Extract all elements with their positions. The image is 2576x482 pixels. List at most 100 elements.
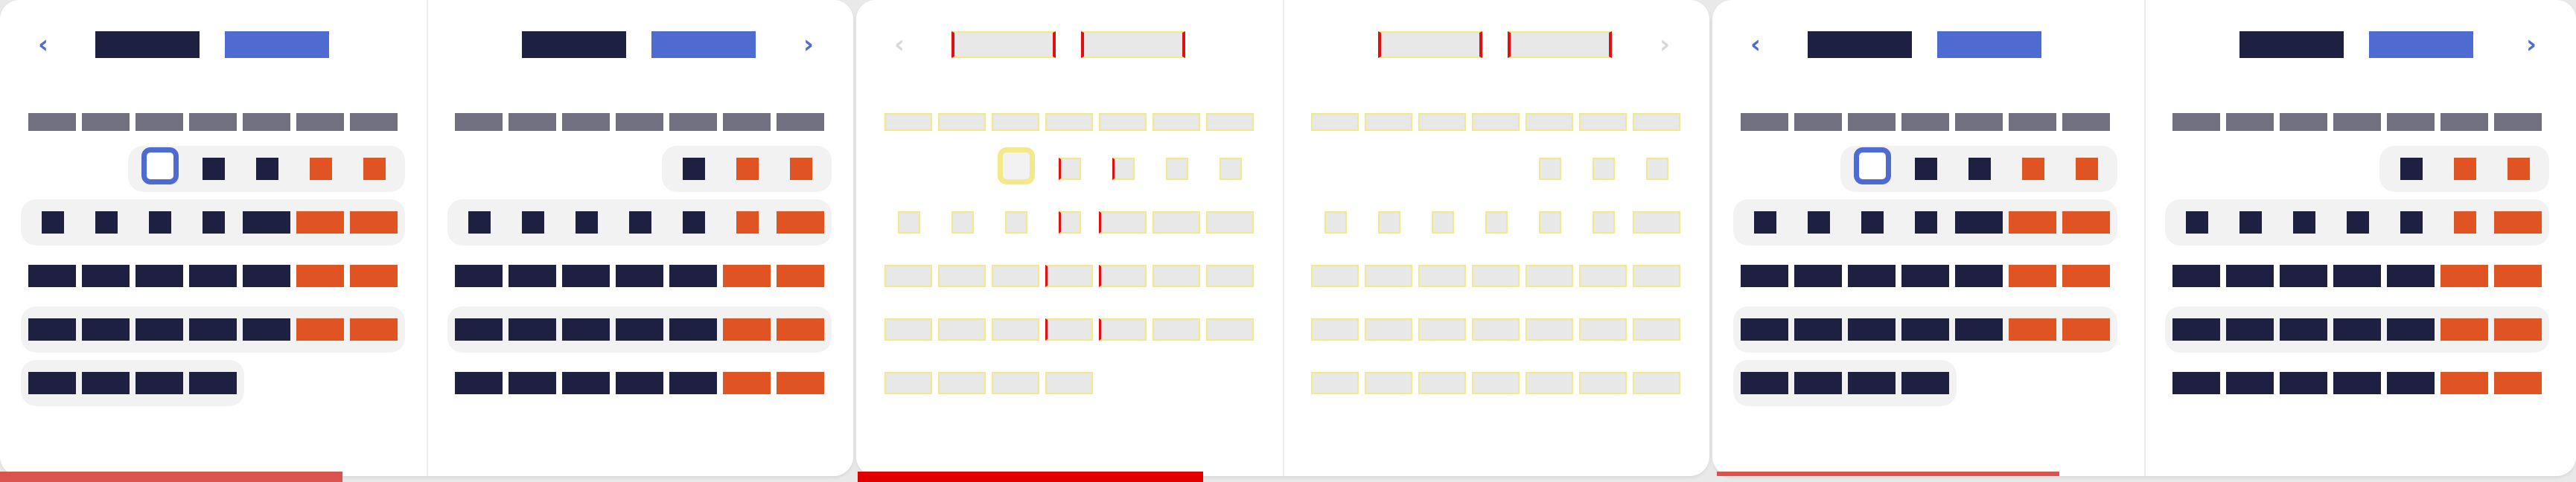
day-cell[interactable] [1539, 211, 1561, 234]
day-cell[interactable] [1059, 158, 1081, 180]
selected-day[interactable] [141, 147, 179, 184]
day-cell[interactable] [562, 265, 610, 287]
day-cell[interactable] [2333, 372, 2381, 394]
day-cell[interactable] [777, 211, 824, 234]
day-cell[interactable] [296, 318, 344, 341]
next-month-button[interactable]: › [1650, 30, 1680, 60]
day-cell[interactable] [1848, 265, 1896, 287]
day-cell[interactable] [42, 211, 64, 234]
day-cell[interactable] [1365, 265, 1412, 287]
day-cell[interactable] [2062, 211, 2110, 234]
day-cell[interactable] [508, 265, 556, 287]
day-cell[interactable] [350, 318, 398, 341]
day-cell[interactable] [992, 265, 1039, 287]
day-cell[interactable] [28, 372, 76, 394]
day-cell[interactable] [2400, 158, 2423, 180]
day-cell[interactable] [1915, 211, 1937, 234]
day-cell[interactable] [189, 372, 237, 394]
day-cell[interactable] [82, 265, 130, 287]
day-cell[interactable] [1579, 318, 1627, 341]
day-cell[interactable] [938, 372, 986, 394]
day-cell[interactable] [455, 318, 503, 341]
day-cell[interactable] [2226, 372, 2274, 394]
day-cell[interactable] [2009, 318, 2056, 341]
day-cell[interactable] [256, 158, 278, 180]
day-cell[interactable] [28, 265, 76, 287]
year-title[interactable] [1937, 31, 2041, 58]
year-title[interactable] [651, 31, 756, 58]
day-cell[interactable] [951, 211, 974, 234]
next-month-button[interactable]: › [794, 30, 823, 60]
day-cell[interactable] [616, 372, 663, 394]
prev-month-button[interactable]: ‹ [28, 30, 58, 60]
day-cell[interactable] [203, 211, 225, 234]
day-cell[interactable] [2494, 372, 2542, 394]
day-cell[interactable] [1152, 318, 1200, 341]
day-cell[interactable] [1099, 318, 1147, 341]
day-cell[interactable] [1472, 318, 1520, 341]
day-cell[interactable] [736, 211, 759, 234]
day-cell[interactable] [683, 211, 705, 234]
day-cell[interactable] [898, 211, 920, 234]
day-cell[interactable] [1525, 372, 1573, 394]
day-cell[interactable] [82, 318, 130, 341]
day-cell[interactable] [1579, 265, 1627, 287]
day-cell[interactable] [2293, 211, 2315, 234]
day-cell[interactable] [95, 211, 118, 234]
day-cell[interactable] [2009, 211, 2056, 234]
day-cell[interactable] [938, 318, 986, 341]
day-cell[interactable] [1741, 265, 1788, 287]
day-cell[interactable] [1968, 158, 1991, 180]
day-cell[interactable] [28, 318, 76, 341]
day-cell[interactable] [310, 158, 332, 180]
day-cell[interactable] [1539, 158, 1561, 180]
day-cell[interactable] [1099, 265, 1147, 287]
day-cell[interactable] [1045, 372, 1093, 394]
day-cell[interactable] [1754, 211, 1776, 234]
day-cell[interactable] [1311, 265, 1359, 287]
day-cell[interactable] [1152, 211, 1200, 234]
selected-day[interactable] [1854, 147, 1891, 184]
day-cell[interactable] [203, 158, 225, 180]
day-cell[interactable] [1378, 211, 1400, 234]
day-cell[interactable] [1005, 211, 1027, 234]
day-cell[interactable] [1112, 158, 1135, 180]
day-cell[interactable] [1901, 372, 1949, 394]
day-cell[interactable] [669, 318, 717, 341]
day-cell[interactable] [1633, 265, 1680, 287]
day-cell[interactable] [1045, 265, 1093, 287]
month-title[interactable] [1378, 31, 1482, 58]
day-cell[interactable] [576, 211, 598, 234]
day-cell[interactable] [1432, 211, 1454, 234]
day-cell[interactable] [2226, 265, 2274, 287]
day-cell[interactable] [2387, 265, 2435, 287]
month-title[interactable] [2239, 31, 2344, 58]
day-cell[interactable] [2062, 318, 2110, 341]
day-cell[interactable] [2076, 158, 2098, 180]
day-cell[interactable] [1525, 318, 1573, 341]
day-cell[interactable] [723, 318, 771, 341]
year-title[interactable] [2369, 31, 2473, 58]
day-cell[interactable] [1311, 318, 1359, 341]
day-cell[interactable] [1059, 211, 1081, 234]
day-cell[interactable] [363, 158, 386, 180]
day-cell[interactable] [1633, 211, 1680, 234]
day-cell[interactable] [189, 318, 237, 341]
day-cell[interactable] [2280, 372, 2327, 394]
day-cell[interactable] [350, 265, 398, 287]
day-cell[interactable] [2226, 318, 2274, 341]
day-cell[interactable] [736, 158, 759, 180]
day-cell[interactable] [669, 265, 717, 287]
day-cell[interactable] [243, 211, 290, 234]
day-cell[interactable] [2022, 158, 2044, 180]
day-cell[interactable] [2440, 372, 2488, 394]
day-cell[interactable] [522, 211, 544, 234]
day-cell[interactable] [616, 265, 663, 287]
day-cell[interactable] [562, 318, 610, 341]
day-cell[interactable] [2280, 265, 2327, 287]
day-cell[interactable] [723, 265, 771, 287]
day-cell[interactable] [243, 318, 290, 341]
day-cell[interactable] [2494, 265, 2542, 287]
day-cell[interactable] [884, 318, 932, 341]
day-cell[interactable] [1646, 158, 1668, 180]
